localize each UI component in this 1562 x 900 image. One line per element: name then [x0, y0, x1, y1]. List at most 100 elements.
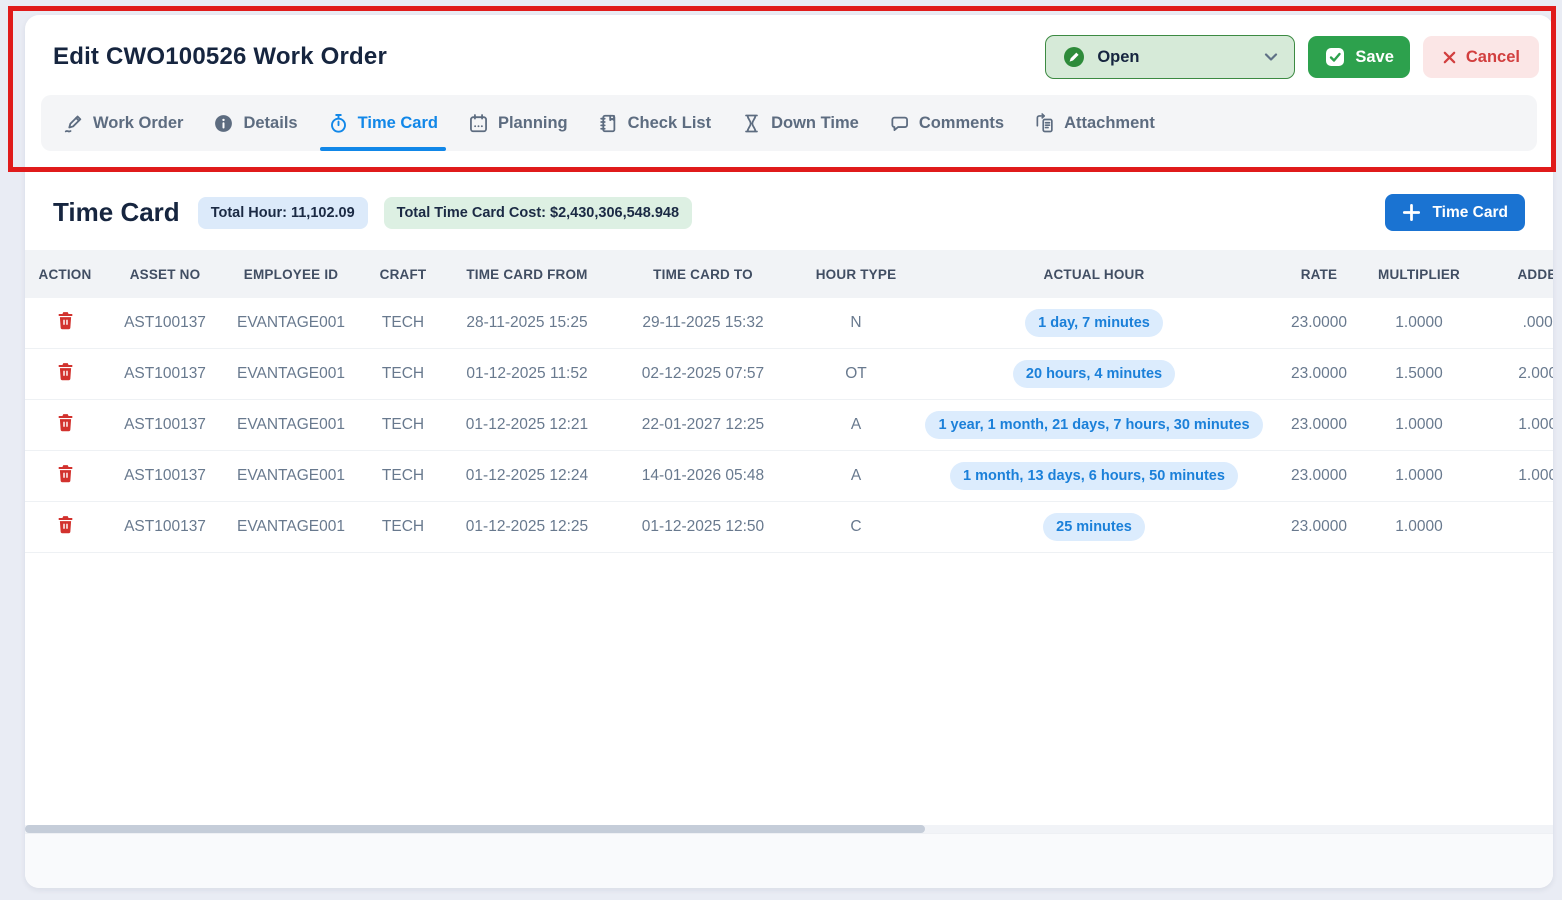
cell-employee-id: EVANTAGE001: [225, 365, 357, 383]
x-icon: [1442, 50, 1457, 65]
col-header-rate: RATE: [1277, 267, 1361, 282]
plus-icon: [1402, 203, 1421, 222]
cell-asset-no: AST100137: [105, 518, 225, 536]
cell-craft: TECH: [357, 365, 449, 383]
trash-icon: [57, 413, 74, 432]
total-hour-badge: Total Hour: 11,102.09: [198, 197, 368, 229]
tab-label: Time Card: [358, 114, 438, 133]
tab-details[interactable]: Details: [213, 95, 297, 151]
table-row: AST100137 EVANTAGE001 TECH 01-12-2025 12…: [25, 451, 1553, 502]
delete-row-button[interactable]: [57, 362, 74, 381]
tab-check-list[interactable]: Check List: [598, 95, 711, 151]
col-header-adder: ADDER: [1477, 267, 1553, 282]
cell-time-card-from: 01-12-2025 12:24: [449, 467, 605, 485]
cell-multiplier: 1.5000: [1361, 365, 1477, 383]
work-order-edit-card: Edit CWO100526 Work Order Open Save: [25, 15, 1553, 888]
tab-label: Comments: [919, 114, 1004, 133]
chat-bubble-icon: [889, 113, 910, 134]
col-header-asset-no: ASSET NO: [105, 267, 225, 282]
cancel-button[interactable]: Cancel: [1423, 36, 1539, 78]
check-square-icon: [1324, 46, 1346, 68]
delete-row-button[interactable]: [57, 413, 74, 432]
actual-hour-badge: 1 month, 13 days, 6 hours, 50 minutes: [950, 462, 1238, 490]
document-transfer-icon: [1034, 113, 1055, 134]
table-header-row: ACTION ASSET NO EMPLOYEE ID CRAFT TIME C…: [25, 250, 1553, 298]
trash-icon: [57, 515, 74, 534]
cell-multiplier: 1.0000: [1361, 416, 1477, 434]
header-actions: Open Save Cancel: [1045, 35, 1539, 79]
tab-comments[interactable]: Comments: [889, 95, 1004, 151]
info-circle-icon: [213, 113, 234, 134]
col-header-multiplier: MULTIPLIER: [1361, 267, 1477, 282]
cell-asset-no: AST100137: [105, 314, 225, 332]
tab-label: Attachment: [1064, 114, 1155, 133]
cell-hour-type: C: [801, 518, 911, 536]
cell-hour-type: A: [801, 416, 911, 434]
horizontal-scrollbar-track[interactable]: [25, 825, 1553, 833]
table-row: AST100137 EVANTAGE001 TECH 28-11-2025 15…: [25, 298, 1553, 349]
cell-asset-no: AST100137: [105, 365, 225, 383]
table-row: AST100137 EVANTAGE001 TECH 01-12-2025 12…: [25, 400, 1553, 451]
tab-planning[interactable]: Planning: [468, 95, 568, 151]
tab-label: Down Time: [771, 114, 859, 133]
cell-asset-no: AST100137: [105, 416, 225, 434]
col-header-action: ACTION: [25, 267, 105, 282]
cell-craft: TECH: [357, 518, 449, 536]
tab-label: Details: [243, 114, 297, 133]
cell-time-card-to: 29-11-2025 15:32: [605, 314, 801, 332]
tab-label: Check List: [628, 114, 711, 133]
save-button-label: Save: [1355, 48, 1394, 67]
cell-asset-no: AST100137: [105, 467, 225, 485]
trash-icon: [57, 311, 74, 330]
delete-row-button[interactable]: [57, 311, 74, 330]
table-row: AST100137 EVANTAGE001 TECH 01-12-2025 12…: [25, 502, 1553, 553]
tab-strip: Work Order Details Time Card Planning: [41, 95, 1537, 151]
cell-rate: 23.0000: [1277, 365, 1361, 383]
horizontal-scrollbar-thumb[interactable]: [25, 825, 925, 833]
status-dropdown[interactable]: Open: [1045, 35, 1295, 79]
status-label: Open: [1097, 48, 1250, 67]
hourglass-icon: [741, 113, 762, 134]
cell-adder: 2.0000: [1477, 365, 1553, 383]
cell-craft: TECH: [357, 416, 449, 434]
cell-multiplier: 1.0000: [1361, 518, 1477, 536]
tab-work-order[interactable]: Work Order: [63, 95, 183, 151]
cell-rate: 23.0000: [1277, 416, 1361, 434]
add-time-card-button[interactable]: Time Card: [1385, 194, 1525, 231]
cell-time-card-to: 14-01-2026 05:48: [605, 467, 801, 485]
card-footer: [25, 833, 1553, 888]
cell-multiplier: 1.0000: [1361, 314, 1477, 332]
cell-employee-id: EVANTAGE001: [225, 416, 357, 434]
tab-time-card[interactable]: Time Card: [328, 95, 438, 151]
cell-time-card-to: 01-12-2025 12:50: [605, 518, 801, 536]
calendar-icon: [468, 113, 489, 134]
cell-hour-type: A: [801, 467, 911, 485]
cell-multiplier: 1.0000: [1361, 467, 1477, 485]
stopwatch-icon: [328, 113, 349, 134]
cell-adder: 1.0000: [1477, 467, 1553, 485]
tab-attachment[interactable]: Attachment: [1034, 95, 1155, 151]
cell-time-card-from: 01-12-2025 12:25: [449, 518, 605, 536]
delete-row-button[interactable]: [57, 464, 74, 483]
notebook-icon: [598, 113, 619, 134]
tab-down-time[interactable]: Down Time: [741, 95, 859, 151]
cell-hour-type: OT: [801, 365, 911, 383]
page: Edit CWO100526 Work Order Open Save: [0, 0, 1562, 900]
col-header-employee-id: EMPLOYEE ID: [225, 267, 357, 282]
cell-rate: 23.0000: [1277, 314, 1361, 332]
cell-craft: TECH: [357, 314, 449, 332]
cell-adder: .0000: [1477, 314, 1553, 332]
cell-hour-type: N: [801, 314, 911, 332]
cell-rate: 23.0000: [1277, 467, 1361, 485]
cell-time-card-to: 22-01-2027 12:25: [605, 416, 801, 434]
cell-adder: 1.0000: [1477, 416, 1553, 434]
col-header-time-card-to: TIME CARD TO: [605, 267, 801, 282]
time-card-table: ACTION ASSET NO EMPLOYEE ID CRAFT TIME C…: [25, 250, 1553, 825]
save-button[interactable]: Save: [1308, 36, 1410, 78]
cell-employee-id: EVANTAGE001: [225, 467, 357, 485]
cell-time-card-from: 01-12-2025 12:21: [449, 416, 605, 434]
section-header: Time Card Total Hour: 11,102.09 Total Ti…: [25, 169, 1553, 250]
col-header-actual-hour: ACTUAL HOUR: [911, 267, 1277, 282]
delete-row-button[interactable]: [57, 515, 74, 534]
col-header-hour-type: HOUR TYPE: [801, 267, 911, 282]
